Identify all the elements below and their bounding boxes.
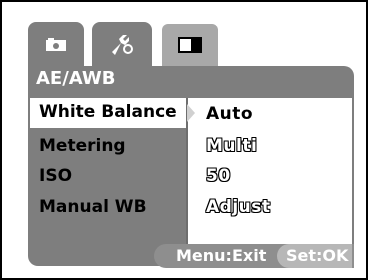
- set-ok-label: Set:OK: [286, 246, 349, 265]
- option-adjust[interactable]: Adjust: [206, 197, 271, 217]
- tab-setup[interactable]: [92, 22, 152, 66]
- playback-icon: [178, 37, 202, 53]
- option-auto[interactable]: Auto: [206, 104, 253, 124]
- panel-title: AE/AWB: [36, 68, 116, 89]
- option-50[interactable]: 50: [206, 166, 231, 186]
- menu-item-manual-wb[interactable]: Manual WB: [39, 197, 147, 217]
- option-multi[interactable]: Multi: [206, 136, 257, 156]
- menu-item-metering[interactable]: Metering: [39, 136, 126, 156]
- tab-capture[interactable]: [28, 22, 84, 66]
- menu-exit-hint: Menu:Exit: [176, 246, 267, 265]
- menu-item-white-balance[interactable]: White Balance: [39, 102, 177, 122]
- tab-playback[interactable]: [160, 22, 220, 66]
- menu-item-iso[interactable]: ISO: [39, 166, 72, 186]
- arrow-right-icon: [187, 104, 195, 122]
- camera-icon: [46, 38, 66, 51]
- wrench-icon: [112, 35, 133, 55]
